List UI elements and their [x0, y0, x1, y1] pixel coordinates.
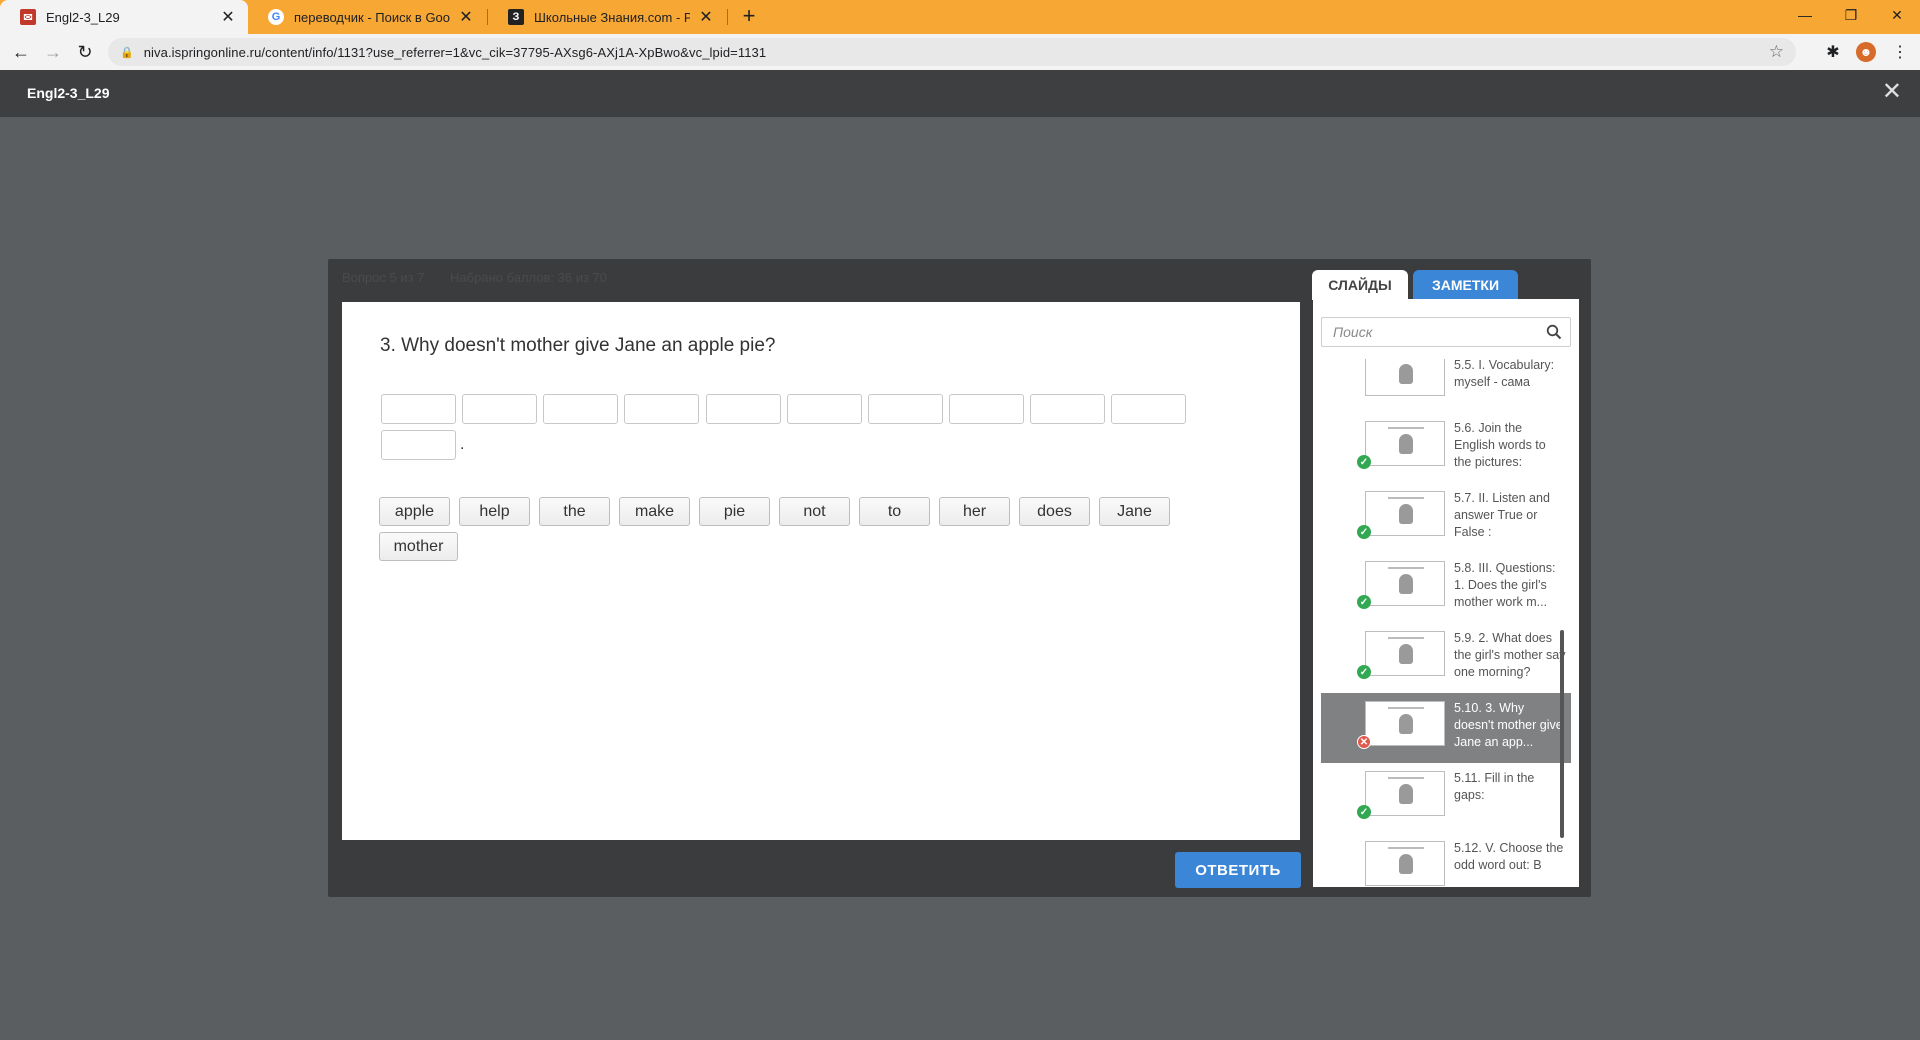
tab-title: Школьные Знания.com - Решае — [534, 9, 690, 25]
word-chip[interactable]: help — [459, 497, 530, 526]
word-chip[interactable]: not — [779, 497, 850, 526]
address-bar[interactable]: 🔒 niva.ispringonline.ru/content/info/113… — [108, 38, 1796, 66]
slide-thumbnail — [1365, 771, 1445, 816]
slide-search-input[interactable] — [1322, 318, 1542, 346]
tab-close-icon[interactable]: ✕ — [698, 7, 714, 27]
word-chip[interactable]: does — [1019, 497, 1090, 526]
reload-icon[interactable]: ↻ — [73, 40, 97, 64]
word-chip[interactable]: the — [539, 497, 610, 526]
answer-blank-9[interactable] — [1030, 394, 1105, 424]
forward-arrow-icon[interactable]: → — [41, 40, 65, 64]
profile-avatar-icon[interactable]: ☻ — [1856, 42, 1876, 62]
score-text: Набрано баллов: 36 из 70 — [450, 270, 608, 285]
address-url[interactable]: niva.ispringonline.ru/content/info/1131?… — [144, 45, 767, 60]
slide-list: 5.5. I. Vocabulary: myself - сама ✓ 5.6.… — [1321, 359, 1571, 887]
slide-item[interactable]: ✓ 5.11. Fill in the gaps: — [1321, 763, 1571, 833]
browser-tab-strip: ✉ Engl2-3_L29 ✕ G переводчик - Поиск в G… — [0, 0, 1920, 34]
slide-item-label: 5.12. V. Choose the odd word out: B — [1454, 841, 1564, 872]
bookmark-star-icon[interactable]: ☆ — [1769, 42, 1784, 62]
new-tab-plus-icon[interactable]: + — [736, 4, 762, 30]
word-chip[interactable]: Jane — [1099, 497, 1170, 526]
player-header: Engl2-3_L29 ✕ — [0, 70, 1920, 117]
check-icon: ✓ — [1357, 805, 1371, 819]
word-chip[interactable]: make — [619, 497, 690, 526]
slide-item-current[interactable]: ✕ 5.10. 3. Why doesn't mother give Jane … — [1321, 693, 1571, 763]
slide-item[interactable]: 5.12. V. Choose the odd word out: B — [1321, 833, 1571, 887]
slide-thumbnail — [1365, 701, 1445, 746]
slide-item-label: 5.10. 3. Why doesn't mother give Jane an… — [1454, 701, 1563, 749]
slide-item-label: 5.7. II. Listen and answer True or False… — [1454, 491, 1550, 539]
slide-thumbnail — [1365, 491, 1445, 536]
answer-blank-3[interactable] — [543, 394, 618, 424]
slides-sidebar: 5.5. I. Vocabulary: myself - сама ✓ 5.6.… — [1313, 299, 1579, 887]
slide-thumbnail — [1365, 421, 1445, 466]
ispring-favicon-icon: ✉ — [20, 9, 36, 25]
check-icon: ✓ — [1357, 525, 1371, 539]
player-close-icon[interactable]: ✕ — [1882, 80, 1902, 104]
window-close-icon[interactable]: ✕ — [1874, 0, 1920, 30]
question-slide: 3. Why doesn't mother give Jane an apple… — [342, 302, 1300, 840]
slide-item[interactable]: ✓ 5.9. 2. What does the girl's mother sa… — [1321, 623, 1571, 693]
check-icon: ✓ — [1357, 455, 1371, 469]
word-chip[interactable]: her — [939, 497, 1010, 526]
slide-item[interactable]: ✓ 5.6. Join the English words to the pic… — [1321, 413, 1571, 483]
slide-item-label: 5.11. Fill in the gaps: — [1454, 771, 1535, 802]
slide-item-label: 5.8. III. Questions: 1. Does the girl's … — [1454, 561, 1556, 609]
answer-blank-11[interactable] — [381, 430, 456, 460]
browser-menu-icon[interactable]: ⋮ — [1890, 42, 1910, 62]
slide-thumbnail — [1365, 359, 1445, 396]
submit-answer-button[interactable]: ОТВЕТИТЬ — [1175, 852, 1301, 888]
google-favicon-icon: G — [268, 9, 284, 25]
slide-item[interactable]: ✓ 5.7. II. Listen and answer True or Fal… — [1321, 483, 1571, 553]
tab-google-search[interactable]: G переводчик - Поиск в Google ✕ — [248, 0, 486, 34]
slide-thumbnail — [1365, 631, 1445, 676]
question-counter: Вопрос 5 из 7 — [342, 270, 425, 285]
check-icon: ✓ — [1357, 665, 1371, 679]
tab-title: Engl2-3_L29 — [46, 9, 120, 25]
check-icon: ✓ — [1357, 595, 1371, 609]
slide-thumbnail — [1365, 561, 1445, 606]
answer-blank-2[interactable] — [462, 394, 537, 424]
lock-icon: 🔒 — [120, 46, 134, 59]
error-x-icon: ✕ — [1357, 735, 1371, 749]
answer-blank-7[interactable] — [868, 394, 943, 424]
search-icon[interactable] — [1546, 324, 1562, 340]
answer-blank-8[interactable] — [949, 394, 1024, 424]
tab-notes[interactable]: ЗАМЕТКИ — [1413, 270, 1518, 300]
answer-blank-6[interactable] — [787, 394, 862, 424]
question-info: Вопрос 5 из 7 Набрано баллов: 36 из 70 — [342, 270, 629, 285]
answer-blank-5[interactable] — [706, 394, 781, 424]
slide-list-scrollbar[interactable] — [1560, 630, 1564, 838]
restore-icon[interactable]: ❐ — [1828, 0, 1874, 30]
question-text: 3. Why doesn't mother give Jane an apple… — [380, 335, 776, 356]
minimize-icon[interactable]: — — [1782, 0, 1828, 30]
slide-item-label: 5.5. I. Vocabulary: myself - сама — [1454, 359, 1555, 389]
tab-close-icon[interactable]: ✕ — [220, 7, 236, 27]
tab-divider — [727, 9, 728, 25]
extensions-puzzle-icon[interactable]: ✱ — [1823, 42, 1843, 62]
answer-blank-1[interactable] — [381, 394, 456, 424]
tab-title: переводчик - Поиск в Google — [294, 9, 450, 25]
slide-item[interactable]: 5.5. I. Vocabulary: myself - сама — [1321, 359, 1571, 413]
word-chip[interactable]: pie — [699, 497, 770, 526]
slide-item-label: 5.9. 2. What does the girl's mother say … — [1454, 631, 1566, 679]
back-arrow-icon[interactable]: ← — [9, 40, 33, 64]
word-chip[interactable]: mother — [379, 532, 458, 561]
answer-blank-4[interactable] — [624, 394, 699, 424]
slide-item-label: 5.6. Join the English words to the pictu… — [1454, 421, 1546, 469]
browser-toolbar: ← → ↻ 🔒 niva.ispringonline.ru/content/in… — [0, 34, 1920, 70]
sentence-period: . — [460, 436, 465, 453]
word-chip[interactable]: apple — [379, 497, 450, 526]
word-chip[interactable]: to — [859, 497, 930, 526]
tab-close-icon[interactable]: ✕ — [458, 7, 474, 27]
tab-znania[interactable]: З Школьные Знания.com - Решае ✕ — [488, 0, 726, 34]
slide-thumbnail — [1365, 841, 1445, 886]
course-title: Engl2-3_L29 — [27, 85, 110, 101]
slide-search — [1321, 317, 1571, 347]
answer-blank-10[interactable] — [1111, 394, 1186, 424]
tab-slides[interactable]: СЛАЙДЫ — [1312, 270, 1408, 300]
slide-item[interactable]: ✓ 5.8. III. Questions: 1. Does the girl'… — [1321, 553, 1571, 623]
tab-engl2-3-l29[interactable]: ✉ Engl2-3_L29 ✕ — [0, 0, 248, 34]
znania-favicon-icon: З — [508, 9, 524, 25]
